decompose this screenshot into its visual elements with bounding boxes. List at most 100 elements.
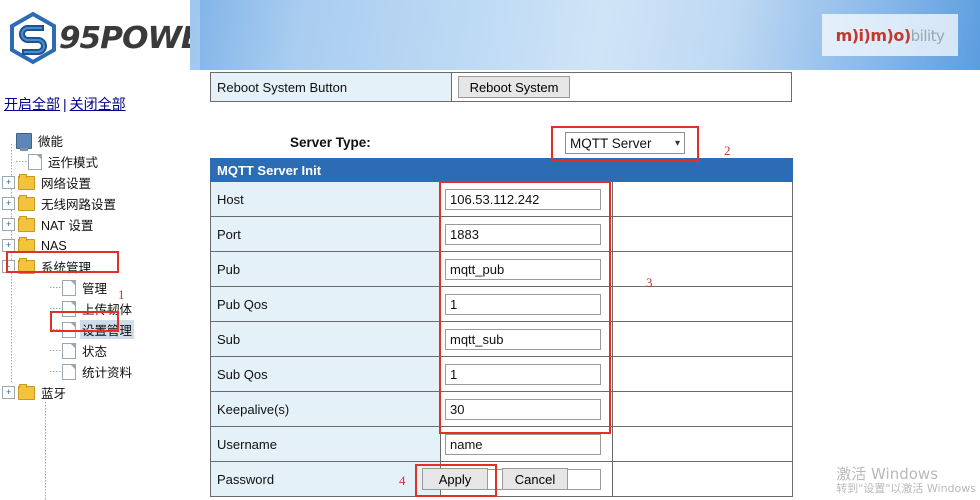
tree-toggle-icon[interactable]: + (2, 197, 15, 210)
collapse-all-link[interactable]: 关闭全部 (70, 96, 126, 112)
tree-connector (50, 345, 62, 356)
field-label: Pub Qos (211, 287, 441, 322)
field-label: Sub Qos (211, 357, 441, 392)
field-label: Host (211, 182, 441, 217)
field-input-cell (441, 252, 613, 287)
field-input-cell (441, 357, 613, 392)
field-input[interactable] (445, 364, 601, 385)
field-spacer-cell (613, 357, 793, 392)
sidebar-item-1[interactable]: 运作模式 (2, 151, 188, 172)
table-row: Keepalive(s) (211, 392, 793, 427)
table-row: Sub (211, 322, 793, 357)
table-row: Reboot System Button Reboot System (211, 73, 792, 102)
table-row: Pub (211, 252, 793, 287)
sidebar-item-11[interactable]: 统计资料 (2, 361, 188, 382)
sidebar-item-label: 管理 (80, 278, 109, 297)
expand-all-link[interactable]: 开启全部 (4, 96, 60, 112)
tree-toggle-icon[interactable]: - (2, 260, 15, 273)
field-input[interactable] (445, 434, 601, 455)
field-spacer-cell (613, 427, 793, 462)
reboot-label: Reboot System Button (211, 73, 452, 102)
watermark-line-2: 转到"设置"以激活 Windows (836, 483, 976, 496)
sidebar-item-label: 状态 (80, 341, 109, 360)
partner-logo-m2: m) (870, 26, 893, 45)
sidebar-item-7[interactable]: 管理 (2, 277, 188, 298)
annotation-number-1: 1 (118, 287, 125, 303)
sidebar-item-6[interactable]: - 系统管理 (2, 256, 188, 277)
page-icon (62, 343, 76, 359)
field-input-cell (441, 217, 613, 252)
page-icon (62, 364, 76, 380)
tree-toggle-icon[interactable]: + (2, 218, 15, 231)
hexagon-s-logo-icon (6, 11, 60, 65)
field-input-cell (441, 182, 613, 217)
banner-shade (190, 0, 200, 70)
field-label: Port (211, 217, 441, 252)
sidebar-item-12[interactable]: + 蓝牙 (2, 382, 188, 403)
sidebar-item-9[interactable]: 设置管理 (2, 319, 188, 340)
partner-logo-i: i) (859, 26, 871, 45)
tree-connector (50, 324, 62, 335)
sidebar-item-label: 统计资料 (80, 362, 134, 381)
server-type-label: Server Type: (290, 135, 371, 150)
field-input[interactable] (445, 224, 601, 245)
field-input[interactable] (445, 329, 601, 350)
field-label: Keepalive(s) (211, 392, 441, 427)
sidebar-item-4[interactable]: + NAT 设置 (2, 214, 188, 235)
mqtt-table-title: MQTT Server Init (211, 159, 793, 182)
sidebar-item-label: NAS (39, 239, 69, 253)
sidebar-item-0[interactable]: 微能 (2, 130, 188, 151)
tree-toggle-icon[interactable]: + (2, 176, 15, 189)
tree-toggle-icon[interactable]: + (2, 239, 15, 252)
field-spacer-cell (613, 252, 793, 287)
sidebar-item-2[interactable]: + 网络设置 (2, 172, 188, 193)
field-input[interactable] (445, 189, 601, 210)
mqtt-server-init-table: MQTT Server Init HostPortPubPub QosSubSu… (210, 158, 793, 497)
reboot-system-button[interactable]: Reboot System (458, 76, 570, 98)
tree-rail-sub (45, 402, 46, 500)
apply-button[interactable]: Apply (422, 468, 488, 490)
partner-logo-suffix: bility (911, 27, 945, 45)
sidebar-item-label: 网络设置 (39, 173, 93, 192)
folder-icon (18, 197, 35, 211)
sidebar-item-label: 设置管理 (80, 320, 134, 339)
reboot-action-cell: Reboot System (452, 73, 792, 102)
tree-connector (50, 303, 62, 314)
partner-logo-o: o) (893, 26, 910, 45)
sidebar-item-label: NAT 设置 (39, 215, 95, 234)
sidebar-item-label: 系统管理 (39, 257, 93, 276)
field-spacer-cell (613, 392, 793, 427)
server-type-value: MQTT Server (570, 136, 652, 151)
table-header-row: MQTT Server Init (211, 159, 793, 182)
sidebar-item-label: 蓝牙 (39, 383, 68, 402)
sidebar-item-3[interactable]: +无线网路设置 (2, 193, 188, 214)
page-icon (62, 280, 76, 296)
field-input[interactable] (445, 259, 601, 280)
folder-icon (18, 386, 35, 400)
server-type-select[interactable]: MQTT Server ▾ (565, 132, 685, 154)
field-input[interactable] (445, 294, 601, 315)
sidebar-item-label: 运作模式 (46, 152, 100, 171)
annotation-number-2: 2 (724, 143, 731, 159)
cancel-button[interactable]: Cancel (502, 468, 568, 490)
table-row: Pub Qos (211, 287, 793, 322)
table-row: Username (211, 427, 793, 462)
brand-logo: 95POWER (6, 6, 192, 70)
sidebar-item-8[interactable]: 上传韧体 (2, 298, 188, 319)
annotation-number-4: 4 (399, 473, 406, 489)
tree-connector (50, 282, 62, 293)
tree-controls: 开启全部|关闭全部 (4, 94, 126, 114)
sidebar-item-label: 上传韧体 (80, 299, 134, 318)
reboot-table: Reboot System Button Reboot System (210, 72, 792, 102)
sidebar-item-10[interactable]: 状态 (2, 340, 188, 361)
sidebar-tree: 微能运作模式+网络设置+无线网路设置+NAT 设置+NAS-系统管理管理上传韧体… (2, 130, 188, 403)
page-icon (62, 322, 76, 338)
page-root: 95POWER m)i)m)o)bility 开启全部|关闭全部 微能运作模式+… (0, 0, 980, 500)
header-banner: m)i)m)o)bility (190, 0, 980, 70)
sidebar-item-5[interactable]: + NAS (2, 235, 188, 256)
field-label: Username (211, 427, 441, 462)
field-input[interactable] (445, 399, 601, 420)
tree-toggle-icon[interactable]: + (2, 386, 15, 399)
folder-icon (18, 260, 35, 274)
field-input-cell (441, 392, 613, 427)
